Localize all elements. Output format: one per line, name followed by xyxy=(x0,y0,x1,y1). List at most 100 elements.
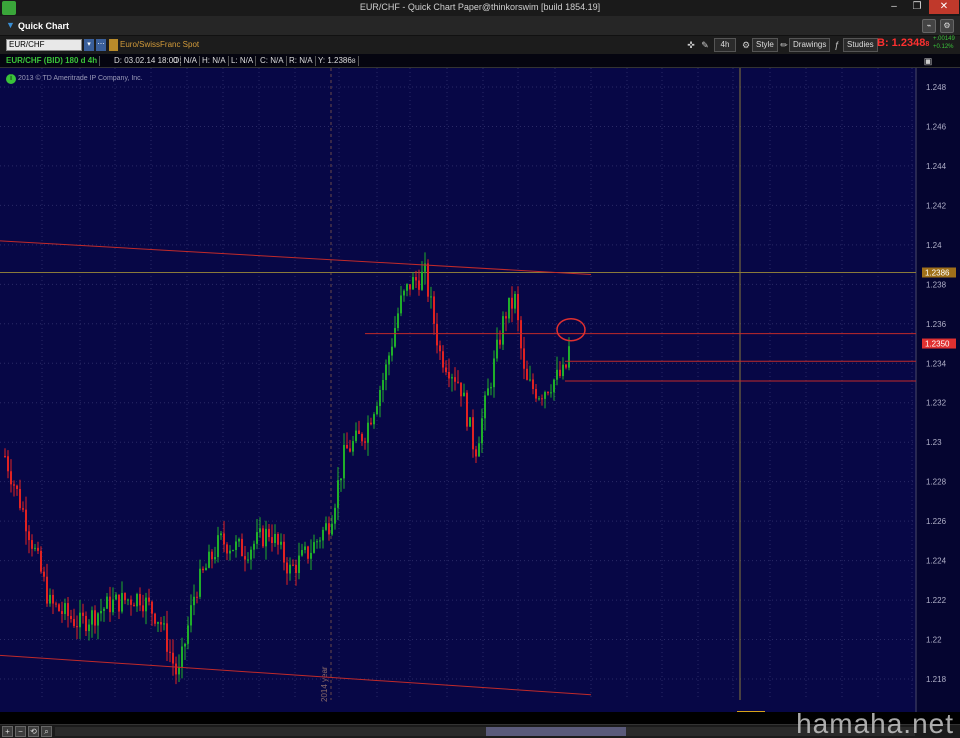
zoom-reset-icon[interactable]: ⟲ xyxy=(28,726,39,737)
candle-body xyxy=(19,488,21,509)
candle-body xyxy=(118,594,120,612)
candle-body xyxy=(94,610,96,626)
candle-body xyxy=(265,528,267,547)
candle-body xyxy=(448,371,450,379)
link-icon[interactable]: ⌁ xyxy=(922,19,936,33)
y-tick-label: 1.24 xyxy=(926,241,942,250)
candle-body xyxy=(337,480,339,508)
candle-body xyxy=(160,622,162,625)
candle-body xyxy=(88,624,90,632)
candle-body xyxy=(85,615,87,632)
candle-body xyxy=(484,395,486,419)
candle-body xyxy=(16,485,18,489)
candle-body xyxy=(466,392,468,427)
candle-body xyxy=(37,547,39,551)
candle-body xyxy=(148,597,150,602)
symbol-lookup-icon[interactable]: ⋯ xyxy=(96,39,106,51)
crosshair-icon[interactable]: ✜ xyxy=(685,38,697,52)
candle-body xyxy=(496,339,498,359)
close-button[interactable]: ✕ xyxy=(929,0,959,14)
magnifier-icon[interactable]: ⌕ xyxy=(41,726,52,737)
candle-body xyxy=(199,568,201,597)
style-icon[interactable]: ⚙ xyxy=(740,38,752,52)
aggregation-button[interactable]: 4h xyxy=(714,38,736,52)
candle-body xyxy=(121,593,123,612)
panel-header: ▼ Quick Chart ⌁ ⚙ xyxy=(0,16,960,36)
y-tick-label: 1.246 xyxy=(926,122,947,131)
candle-body xyxy=(562,364,564,377)
candle-body xyxy=(262,528,264,547)
candle-body xyxy=(196,596,198,598)
candle-body xyxy=(535,388,537,399)
candle-body xyxy=(493,358,495,388)
candle-body xyxy=(82,612,84,616)
candle-body xyxy=(427,263,429,297)
candle-body xyxy=(460,382,462,397)
candle-body xyxy=(394,328,396,347)
y-tick-label: 1.236 xyxy=(926,320,947,329)
y-tick-label: 1.248 xyxy=(926,83,947,92)
symbol-dropdown-icon[interactable]: ▾ xyxy=(84,39,94,51)
price-chart[interactable]: 1.248 1.246 1.244 1.242 1.24 1.238 1.236 1.234 1… xyxy=(0,68,960,712)
candle-body xyxy=(364,441,366,443)
candle-body xyxy=(184,643,186,647)
drawings-button[interactable]: Drawings xyxy=(789,38,831,52)
chart-area[interactable]: 1.248 1.246 1.244 1.242 1.24 1.238 1.236 1.234 1… xyxy=(0,68,960,712)
candle-body xyxy=(367,422,369,443)
candle-body xyxy=(334,507,336,524)
candle-body xyxy=(235,541,237,551)
candle-body xyxy=(550,392,552,394)
chart-scrollbar[interactable] xyxy=(55,727,915,736)
candle-body xyxy=(355,430,357,442)
wrench-icon[interactable]: ✎ xyxy=(699,38,711,52)
candle-body xyxy=(322,529,324,541)
chart-info-bar: EUR/CHF (BID) 180 d 4h D: 03.02.14 18:00… xyxy=(0,54,960,68)
panel-title: Quick Chart xyxy=(18,21,70,31)
candle-body xyxy=(361,433,363,442)
info-icon[interactable]: i xyxy=(6,74,16,84)
candle-body xyxy=(166,623,168,652)
restore-button[interactable]: ❐ xyxy=(906,0,928,14)
candle-body xyxy=(40,550,42,572)
candle-body xyxy=(238,538,240,542)
chart-scrollbar-thumb[interactable] xyxy=(486,727,626,736)
y-tick-label: 1.218 xyxy=(926,675,947,684)
panel-settings-icon[interactable]: ⚙ xyxy=(940,19,954,33)
candle-body xyxy=(295,564,297,574)
minimize-button[interactable]: – xyxy=(883,0,905,14)
info-low: L: N/A xyxy=(229,56,257,66)
symbol-input[interactable]: EUR/CHF xyxy=(6,39,82,51)
candle-body xyxy=(559,369,561,377)
y-tick-label: 1.232 xyxy=(926,399,947,408)
studies-icon[interactable]: ƒ xyxy=(831,38,843,52)
candle-body xyxy=(457,381,459,383)
candle-body xyxy=(325,523,327,530)
studies-button[interactable]: Studies xyxy=(843,38,878,52)
candle-body xyxy=(142,605,144,612)
candle-body xyxy=(187,625,189,644)
instrument-description: Euro/SwissFranc Spot xyxy=(120,40,200,49)
candle-body xyxy=(103,608,105,611)
candle-body xyxy=(205,567,207,571)
collapse-chevron-icon[interactable]: ▼ xyxy=(6,20,15,30)
zoom-out-icon[interactable]: − xyxy=(15,726,26,737)
candle-body xyxy=(385,364,387,380)
candle-body xyxy=(544,392,546,399)
candle-body xyxy=(391,346,393,356)
style-button[interactable]: Style xyxy=(752,38,778,52)
highlight-circle xyxy=(556,317,586,342)
info-range: R: N/A xyxy=(287,56,316,66)
zoom-in-icon[interactable]: + xyxy=(2,726,13,737)
candle-body xyxy=(202,568,204,571)
candle-body xyxy=(133,604,135,607)
candle-body xyxy=(442,351,444,368)
candle-body xyxy=(538,398,540,400)
y-tick-label: 1.224 xyxy=(926,557,947,566)
candle-body xyxy=(316,541,318,543)
candle-body xyxy=(61,611,63,614)
candle-body xyxy=(139,593,141,606)
y-tick-label: 1.244 xyxy=(926,162,947,171)
candle-body xyxy=(13,484,15,486)
chart-expand-icon[interactable]: ▣ xyxy=(922,54,934,68)
candle-body xyxy=(532,379,534,389)
